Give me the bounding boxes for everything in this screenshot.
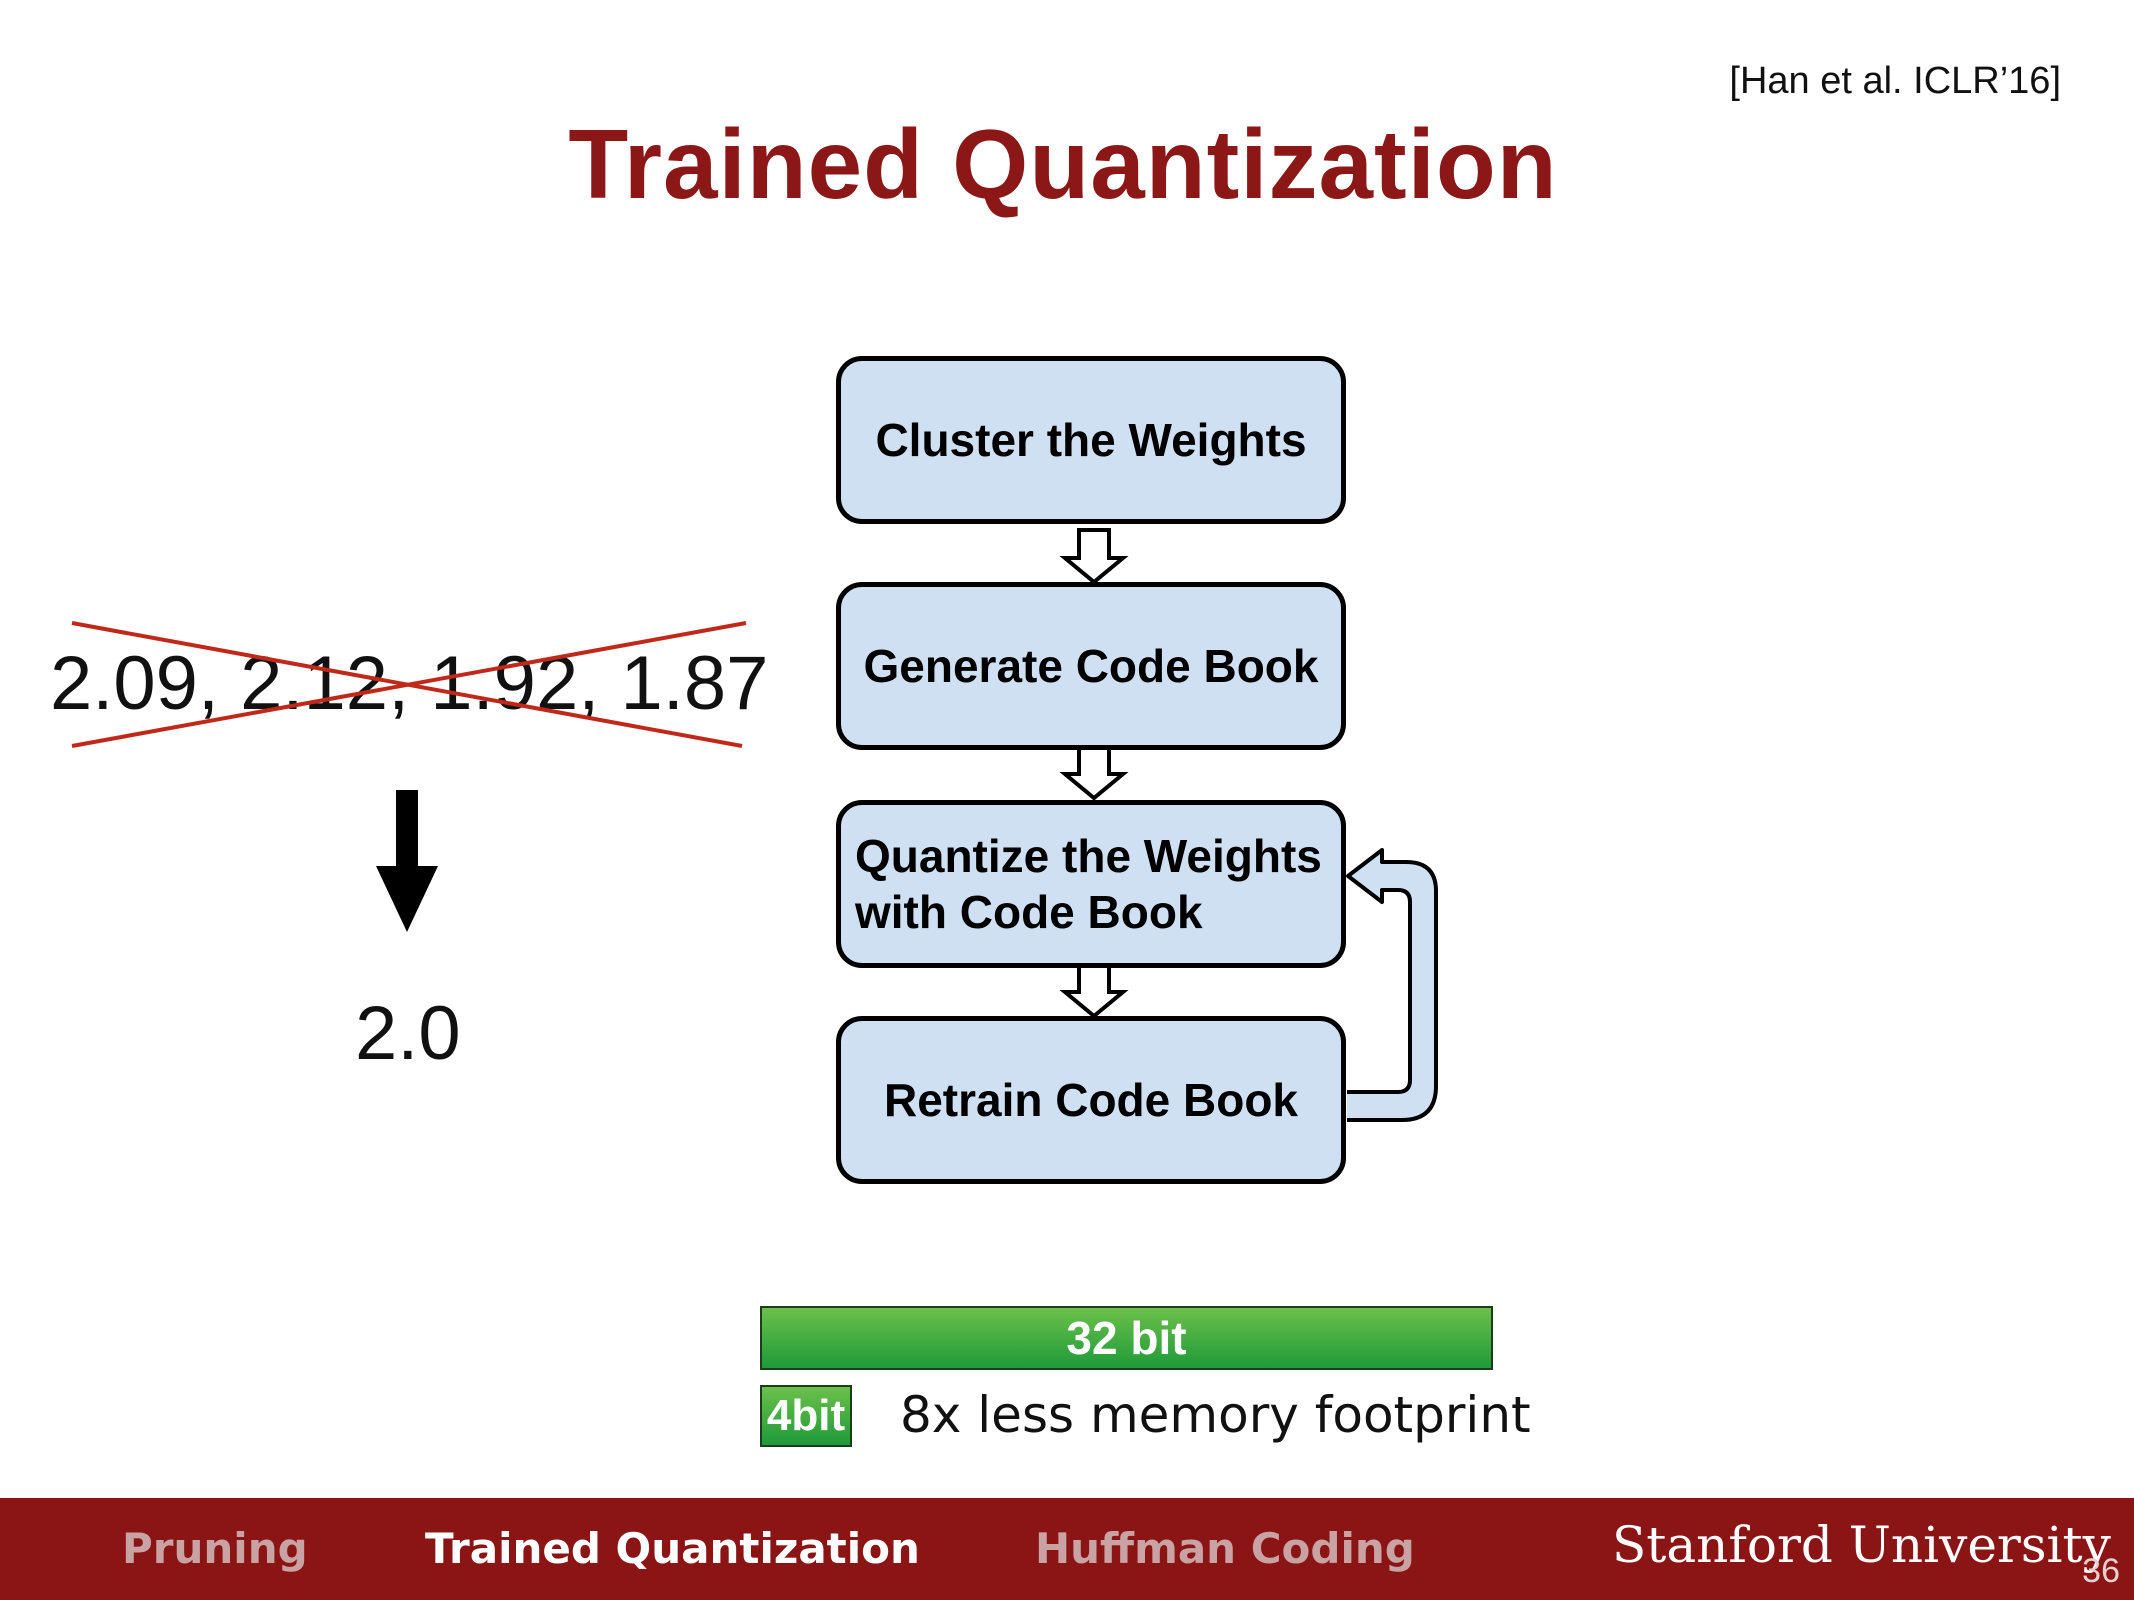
step-label: Quantize the Weights with Code Book xyxy=(855,828,1322,940)
footer-nav-trained-quantization[interactable]: Trained Quantization xyxy=(425,1524,920,1573)
feedback-loop-arrow xyxy=(1346,848,1438,1122)
step-quantize-weights: Quantize the Weights with Code Book xyxy=(836,800,1346,968)
footer-nav-huffman-coding[interactable]: Huffman Coding xyxy=(1035,1524,1415,1573)
bar-4-bit: 4bit xyxy=(760,1385,852,1447)
step-cluster-weights: Cluster the Weights xyxy=(836,356,1346,524)
step-label: Generate Code Book xyxy=(863,640,1319,692)
flow-arrow-3 xyxy=(1059,962,1129,1019)
step-label-line1: Quantize the Weights xyxy=(855,830,1322,882)
step-label: Cluster the Weights xyxy=(875,414,1307,466)
footer-nav-pruning[interactable]: Pruning xyxy=(122,1524,308,1573)
step-generate-code-book: Generate Code Book xyxy=(836,582,1346,750)
memory-note: 8x less memory footprint xyxy=(900,1386,1531,1444)
bar-4-bit-label: 4bit xyxy=(766,1391,846,1440)
flow-arrow-1 xyxy=(1059,528,1129,585)
bar-32-bit: 32 bit xyxy=(760,1306,1493,1370)
stanford-logo-text: Stanford University xyxy=(1612,1516,2111,1574)
step-label-line2: with Code Book xyxy=(855,886,1203,938)
page-number: 36 xyxy=(2082,1552,2120,1590)
bar-32-bit-label: 32 bit xyxy=(1066,1312,1187,1364)
step-retrain-code-book: Retrain Code Book xyxy=(836,1016,1346,1184)
flow-arrow-2 xyxy=(1059,744,1129,801)
step-label: Retrain Code Book xyxy=(883,1074,1299,1126)
